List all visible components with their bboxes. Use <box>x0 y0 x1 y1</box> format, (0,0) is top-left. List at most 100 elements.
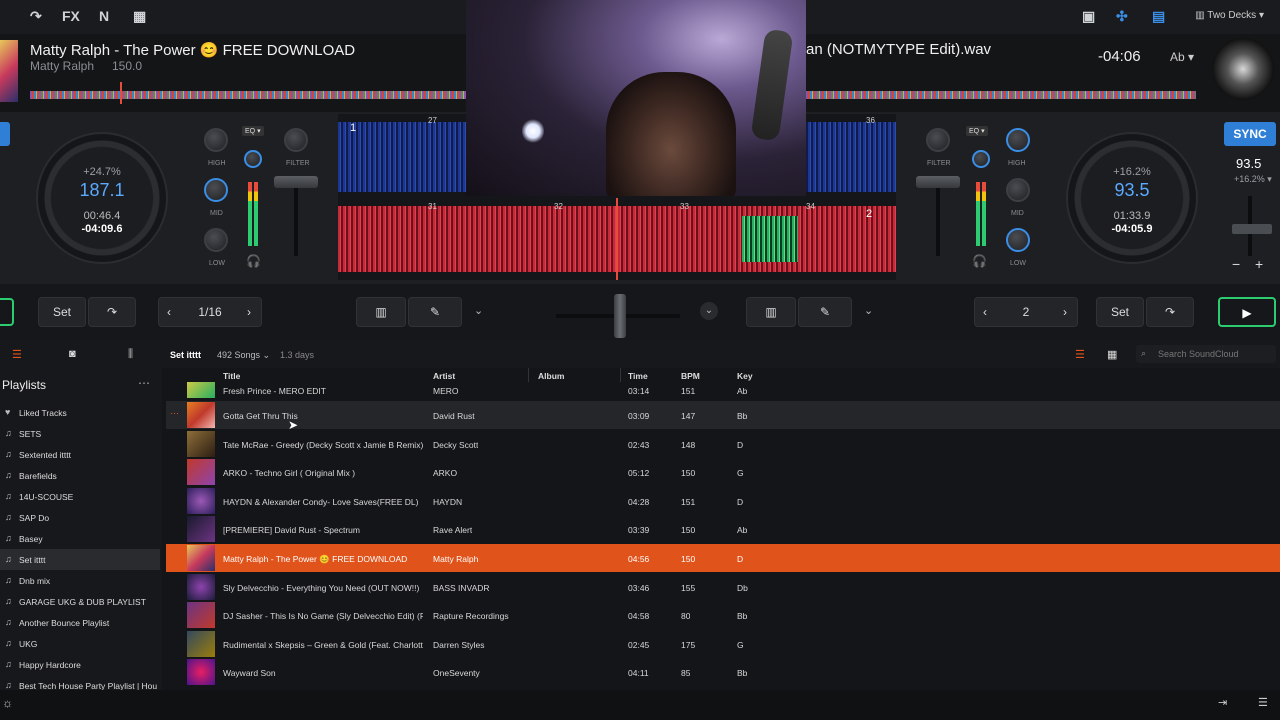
sidebar-item-sap-do[interactable]: ♫ SAP Do <box>0 507 160 528</box>
deck-a-jog-wheel[interactable]: +24.7% 187.1 00:46.4 -04:09.6 <box>36 132 168 264</box>
automix-icon[interactable]: ↷ <box>30 8 42 25</box>
crossfader[interactable] <box>556 294 680 338</box>
deck-b-pen-button[interactable]: ✎ <box>798 297 852 327</box>
table-row[interactable]: DJ Sasher - This Is No Game (Sly Delvecc… <box>166 601 1280 629</box>
deck-b-eq-button[interactable]: EQ ▾ <box>966 126 988 136</box>
sidebar-item-set-itttt[interactable]: ♫ Set itttt <box>0 549 160 570</box>
sidebar-item-ukg[interactable]: ♫ UKG <box>0 633 160 654</box>
row-menu-icon[interactable]: ⋯ <box>170 408 179 419</box>
two-decks-selector[interactable]: ▥ Two Decks ▾ <box>1195 10 1264 21</box>
split-view-icon[interactable]: ▤ <box>1152 8 1165 25</box>
sidebar-item-sextented[interactable]: ♫ Sextented itttt <box>0 444 160 465</box>
deck-b-pitch-top[interactable]: +16.2% ▾ <box>1234 174 1272 185</box>
deck-b-overview-waveform[interactable] <box>806 91 1196 99</box>
table-row[interactable]: Tate McRae - Greedy (Decky Scott x Jamie… <box>166 430 1280 458</box>
table-row[interactable]: ARKO - Techno Girl ( Original Mix ) ARKO… <box>166 458 1280 486</box>
deck-b-high-knob[interactable] <box>1006 128 1030 152</box>
deck-b-pitch-down[interactable]: − <box>1232 256 1240 272</box>
deck-b-cue-loop-button[interactable]: ↷ <box>1146 297 1194 327</box>
deck-b-gain-knob[interactable] <box>972 150 990 168</box>
deck-b-beat-next[interactable]: › <box>1063 298 1067 326</box>
column-artist[interactable]: Artist <box>433 371 455 381</box>
list-view-icon[interactable]: ☰ <box>1075 348 1085 361</box>
deck-b-mid-knob[interactable] <box>1006 178 1030 202</box>
column-key[interactable]: Key <box>737 371 753 381</box>
playlists-more-icon[interactable]: ⋯ <box>138 376 150 390</box>
deck-b-sync-button[interactable]: SYNC <box>1224 122 1276 146</box>
layout-icon[interactable]: ▣ <box>1082 8 1095 25</box>
queue-icon[interactable]: ⇥ <box>1218 696 1227 709</box>
deck-a-gain-knob[interactable] <box>244 150 262 168</box>
table-row[interactable]: HAYDN & Alexander Condy- Love Saves(FREE… <box>166 487 1280 515</box>
deck-b-headphone-icon[interactable]: 🎧 <box>972 254 987 268</box>
sidebar-item-happy-hardcore[interactable]: ♫ Happy Hardcore <box>0 654 160 675</box>
sidebar-item-label: Basey <box>19 534 43 544</box>
table-row[interactable]: [PREMIERE] David Rust - Spectrum Rave Al… <box>166 515 1280 543</box>
deck-a-set-button[interactable]: Set <box>38 297 86 327</box>
deck-b-beat-prev[interactable]: ‹ <box>983 298 987 326</box>
grid-view-icon[interactable]: ▦ <box>1107 348 1117 361</box>
deck-a-sync-edge[interactable] <box>0 122 10 146</box>
neural-mix-icon[interactable]: N <box>99 8 109 24</box>
list-menu-icon[interactable]: ☰ <box>1258 696 1268 709</box>
song-count-dropdown[interactable]: 492 Songs ⌄ <box>217 350 270 361</box>
sidebar-item-basey[interactable]: ♫ Basey <box>0 528 160 549</box>
table-row-selected[interactable]: Matty Ralph - The Power 😊 FREE DOWNLOAD … <box>166 544 1280 572</box>
fx-button[interactable]: FX <box>62 8 80 24</box>
deck-a-mid-knob[interactable] <box>204 178 228 202</box>
table-row[interactable]: Wayward Son OneSeventy 04:11 85 Bb <box>166 658 1280 686</box>
deck-a-overview-waveform[interactable] <box>30 91 466 99</box>
table-row[interactable]: Fresh Prince - MERO EDIT MERO 03:14 151 … <box>166 382 1280 398</box>
track-time: 02:45 <box>628 640 650 650</box>
column-time[interactable]: Time <box>628 371 648 381</box>
deck-b-low-knob[interactable] <box>1006 228 1030 252</box>
deck-a-beat-next[interactable]: › <box>247 298 251 326</box>
deck-a-play-button[interactable] <box>0 298 14 326</box>
column-title[interactable]: Title <box>223 371 240 381</box>
deck-b-set-button[interactable]: Set <box>1096 297 1144 327</box>
deck-a-cue-loop-button[interactable]: ↷ <box>88 297 136 327</box>
waveform-view-icon[interactable]: ✣ <box>1116 8 1128 25</box>
deck-b-filter-knob[interactable] <box>926 128 950 152</box>
table-row[interactable]: Sly Delvecchio - Everything You Need (OU… <box>166 573 1280 601</box>
person-head <box>606 72 736 196</box>
sidebar-item-liked-tracks[interactable]: ♥ Liked Tracks <box>0 402 160 423</box>
deck-b-volume-fader[interactable] <box>916 176 960 188</box>
deck-b-sampler-button[interactable]: ▥ <box>746 297 796 327</box>
deck-b-jog-wheel[interactable]: +16.2% 93.5 01:33.9 -04:05.9 <box>1066 132 1198 264</box>
deck-a-sampler-button[interactable]: ▥ <box>356 297 406 327</box>
column-album[interactable]: Album <box>538 371 564 381</box>
soundcloud-source-icon[interactable]: ◙ <box>69 348 76 360</box>
table-row[interactable]: Rudimental x Skepsis – Green & Gold (Fea… <box>166 630 1280 658</box>
sidebar-item-14u-scouse[interactable]: ♫ 14U-SCOUSE <box>0 486 160 507</box>
grid-icon[interactable]: ▦ <box>133 8 146 25</box>
sidebar-item-sets[interactable]: ♫ SETS <box>0 423 160 444</box>
deck-a-pen-button[interactable]: ✎ <box>408 297 462 327</box>
deck-a-beat-prev[interactable]: ‹ <box>167 298 171 326</box>
deck-a-eq-button[interactable]: EQ ▾ <box>242 126 264 136</box>
search-field[interactable]: ⌕ Search SoundCloud <box>1136 345 1276 363</box>
deck-a-more-chevron-icon[interactable]: ⌄ <box>474 304 483 317</box>
deck-b-play-button[interactable]: ▶ <box>1218 297 1276 327</box>
mixer-toggle-chevron-icon[interactable]: ⌄ <box>700 302 718 320</box>
deck-a-low-knob[interactable] <box>204 228 228 252</box>
table-row[interactable]: ⋯ Gotta Get Thru This David Rust 03:09 1… <box>166 401 1280 429</box>
crossfader-cap[interactable] <box>614 294 626 338</box>
deck-b-pitch-up[interactable]: + <box>1255 256 1263 272</box>
deck-a-volume-fader[interactable] <box>274 176 318 188</box>
settings-gear-icon[interactable]: ☼ <box>2 696 13 710</box>
sidebar-item-another-bounce[interactable]: ♫ Another Bounce Playlist <box>0 612 160 633</box>
deck-a-high-knob[interactable] <box>204 128 228 152</box>
deck-b-key[interactable]: Ab ▾ <box>1170 50 1194 64</box>
sidebar-item-tech-house[interactable]: ♫ Best Tech House Party Playlist | Hou <box>0 675 160 690</box>
deck-b-more-chevron-icon[interactable]: ⌄ <box>864 304 873 317</box>
column-bpm[interactable]: BPM <box>681 371 700 381</box>
library-icon[interactable]: ⫼ <box>128 348 133 361</box>
deck-b-pitch-slider[interactable] <box>1232 224 1272 234</box>
sidebar-item-barefields[interactable]: ♫ Barefields <box>0 465 160 486</box>
sidebar-item-garage-ukg[interactable]: ♫ GARAGE UKG & DUB PLAYLIST <box>0 591 160 612</box>
deck-a-headphone-icon[interactable]: 🎧 <box>246 254 261 268</box>
deck-a-filter-knob[interactable] <box>284 128 308 152</box>
sidebar-item-dnb-mix[interactable]: ♫ Dnb mix <box>0 570 160 591</box>
playlist-view-icon[interactable]: ☰ <box>12 348 22 361</box>
